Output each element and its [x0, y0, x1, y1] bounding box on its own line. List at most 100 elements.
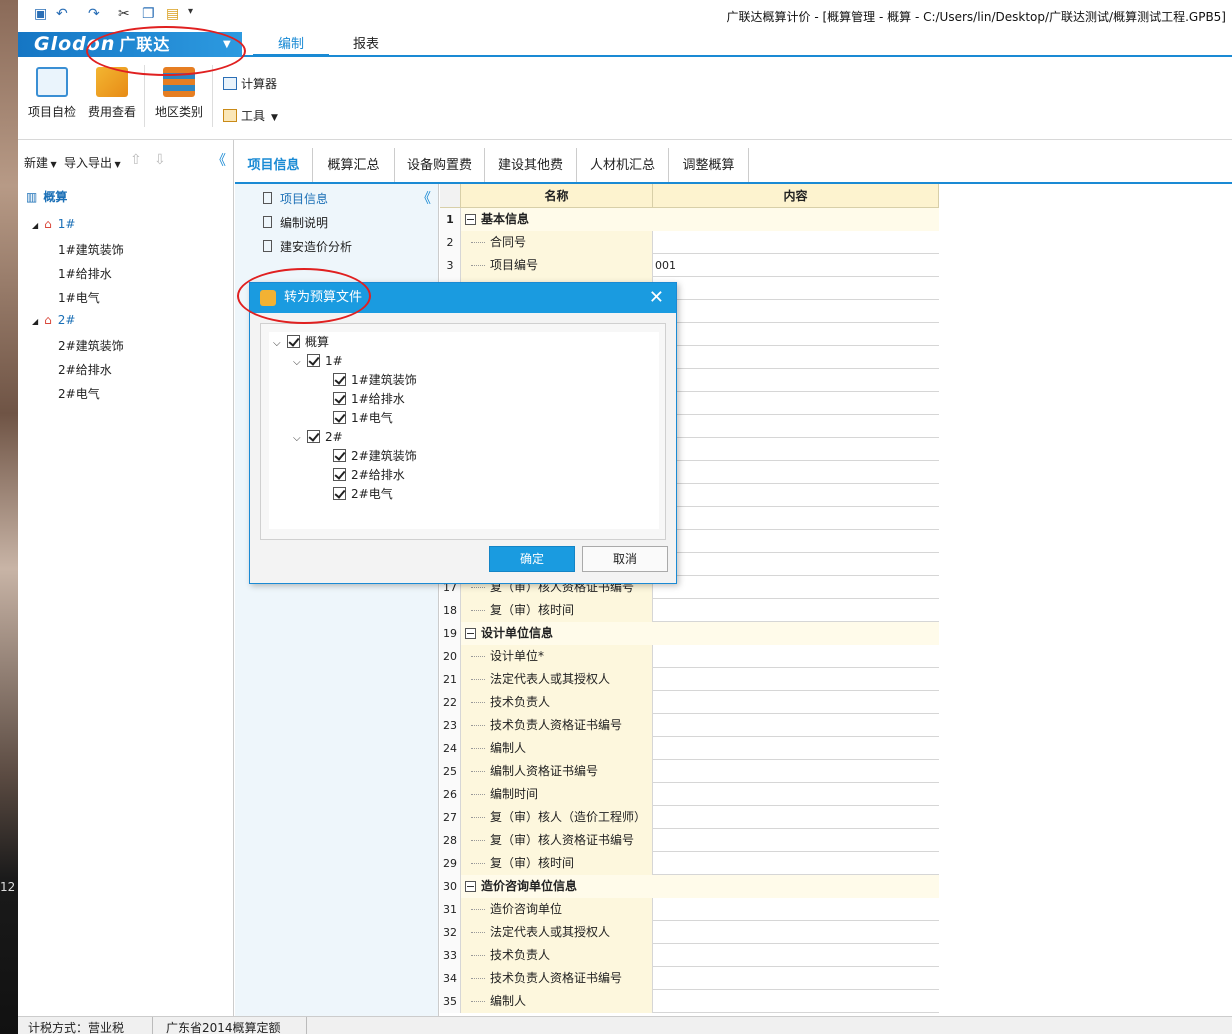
cut-icon[interactable]: ✂: [118, 6, 130, 22]
new-button[interactable]: 新建 ▼: [24, 154, 57, 171]
header-name[interactable]: 名称: [461, 184, 653, 208]
dialog-tree-item[interactable]: 2#建筑装饰: [333, 448, 417, 464]
checkbox[interactable]: [287, 335, 300, 348]
tree-item[interactable]: 1#给排水: [58, 265, 112, 282]
project-check-button[interactable]: 项目自检: [24, 67, 80, 120]
table-row[interactable]: 35 编制人: [440, 990, 939, 1013]
row-name-cell[interactable]: 技术负责人资格证书编号: [461, 967, 653, 990]
row-name-cell[interactable]: 复（审）核时间: [461, 599, 653, 622]
table-row[interactable]: 25 编制人资格证书编号: [440, 760, 939, 783]
row-content-cell[interactable]: [653, 944, 939, 967]
tab-compile[interactable]: 编制: [253, 34, 329, 56]
row-name-cell[interactable]: 复（审）核人（造价工程师）: [461, 806, 653, 829]
row-name-cell[interactable]: 编制人: [461, 990, 653, 1013]
table-row[interactable]: 34 技术负责人资格证书编号: [440, 967, 939, 990]
row-content-cell[interactable]: [653, 461, 939, 484]
row-name-cell[interactable]: 合同号: [461, 231, 653, 254]
table-row[interactable]: 23 技术负责人资格证书编号: [440, 714, 939, 737]
subnav-project-info[interactable]: 项目信息: [263, 190, 328, 207]
checkbox[interactable]: [307, 354, 320, 367]
checkbox[interactable]: [333, 487, 346, 500]
chevron-down-icon[interactable]: ⌵: [293, 355, 307, 371]
row-content-cell[interactable]: [653, 300, 939, 323]
fee-view-button[interactable]: 费用查看: [84, 67, 140, 120]
row-content-cell[interactable]: [653, 599, 939, 622]
checkbox[interactable]: [333, 449, 346, 462]
row-name-cell[interactable]: 复（审）核人资格证书编号: [461, 829, 653, 852]
row-content-cell[interactable]: [653, 530, 939, 553]
dialog-tree-item[interactable]: 2#给排水: [333, 467, 405, 483]
table-row[interactable]: 32 法定代表人或其授权人: [440, 921, 939, 944]
row-name-cell[interactable]: 编制人: [461, 737, 653, 760]
calculator-button[interactable]: 计算器: [223, 75, 277, 92]
row-content-cell[interactable]: [653, 415, 939, 438]
tab-adjust-estimate[interactable]: 调整概算: [669, 148, 749, 182]
undo-icon[interactable]: ↶: [56, 6, 68, 22]
row-name-cell[interactable]: 设计单位*: [461, 645, 653, 668]
checkbox[interactable]: [333, 373, 346, 386]
table-row[interactable]: 28 复（审）核人资格证书编号: [440, 829, 939, 852]
table-row[interactable]: 21 法定代表人或其授权人: [440, 668, 939, 691]
row-name-cell[interactable]: 编制人资格证书编号: [461, 760, 653, 783]
dialog-tree-item[interactable]: 1#电气: [333, 410, 393, 426]
checkbox[interactable]: [333, 468, 346, 481]
tree-item[interactable]: 2#给排水: [58, 361, 112, 378]
grid-section-row[interactable]: 1 基本信息: [440, 208, 939, 231]
row-content-cell[interactable]: 面积: [653, 392, 939, 415]
collapse-panel-icon[interactable]: 《: [212, 150, 226, 170]
save-icon[interactable]: ▣: [34, 6, 47, 22]
tab-report[interactable]: 报表: [338, 34, 394, 56]
tools-button[interactable]: 工具 ▼: [223, 107, 278, 124]
row-content-cell[interactable]: [653, 691, 939, 714]
checkbox[interactable]: [333, 392, 346, 405]
collapse-icon[interactable]: [465, 628, 476, 639]
tab-labor-material-summary[interactable]: 人材机汇总: [577, 148, 669, 182]
row-content-cell[interactable]: [653, 323, 939, 346]
move-down-icon[interactable]: ⇩: [154, 152, 166, 168]
dialog-tree-item[interactable]: 1#建筑装饰: [333, 372, 417, 388]
row-content-cell[interactable]: [653, 829, 939, 852]
dialog-tree-item[interactable]: 1#给排水: [333, 391, 405, 407]
tab-equipment-fee[interactable]: 设备购置费: [395, 148, 485, 182]
dialog-tree-item[interactable]: ⌵ 2#: [293, 429, 343, 445]
row-name-cell[interactable]: 编制时间: [461, 783, 653, 806]
row-content-cell[interactable]: [653, 277, 939, 300]
row-content-cell[interactable]: [653, 231, 939, 254]
subnav-compile-notes[interactable]: 编制说明: [263, 214, 328, 231]
row-name-cell[interactable]: 造价咨询单位信息: [461, 875, 939, 898]
row-name-cell[interactable]: 设计单位信息: [461, 622, 939, 645]
tree-group-2[interactable]: ◢ ⌂ 2#: [32, 313, 75, 327]
row-content-cell[interactable]: 001: [653, 254, 939, 277]
paste-icon[interactable]: ▤: [166, 6, 179, 22]
grid-section-row[interactable]: 19 设计单位信息: [440, 622, 939, 645]
collapse-subnav-icon[interactable]: 《: [417, 188, 431, 208]
table-row[interactable]: 31 造价咨询单位: [440, 898, 939, 921]
tree-group-1[interactable]: ◢ ⌂ 1#: [32, 217, 75, 231]
subnav-cost-analysis[interactable]: 建安造价分析: [263, 238, 352, 255]
table-row[interactable]: 2 合同号: [440, 231, 939, 254]
dialog-tree-item[interactable]: ⌵ 概算: [273, 334, 329, 350]
table-row[interactable]: 3 项目编号 001: [440, 254, 939, 277]
row-content-cell[interactable]: [653, 484, 939, 507]
tree-item[interactable]: 1#建筑装饰: [58, 241, 124, 258]
row-content-cell[interactable]: [653, 967, 939, 990]
ok-button[interactable]: 确定: [489, 546, 575, 572]
row-name-cell[interactable]: 复（审）核时间: [461, 852, 653, 875]
row-name-cell[interactable]: 技术负责人资格证书编号: [461, 714, 653, 737]
row-content-cell[interactable]: [653, 714, 939, 737]
row-content-cell[interactable]: [653, 438, 939, 461]
row-name-cell[interactable]: 法定代表人或其授权人: [461, 921, 653, 944]
row-content-cell[interactable]: [653, 898, 939, 921]
header-content[interactable]: 内容: [653, 184, 939, 208]
row-content-cell[interactable]: [653, 990, 939, 1013]
grid-section-row[interactable]: 30 造价咨询单位信息: [440, 875, 939, 898]
row-name-cell[interactable]: 技术负责人: [461, 944, 653, 967]
row-content-cell[interactable]: [653, 852, 939, 875]
import-export-button[interactable]: 导入导出 ▼: [64, 154, 121, 171]
row-content-cell[interactable]: [653, 783, 939, 806]
tree-item[interactable]: 1#电气: [58, 289, 100, 306]
copy-icon[interactable]: ❐: [142, 6, 155, 22]
row-content-cell[interactable]: [653, 507, 939, 530]
table-row[interactable]: 18 复（审）核时间: [440, 599, 939, 622]
chevron-down-icon[interactable]: ⌵: [293, 431, 307, 447]
